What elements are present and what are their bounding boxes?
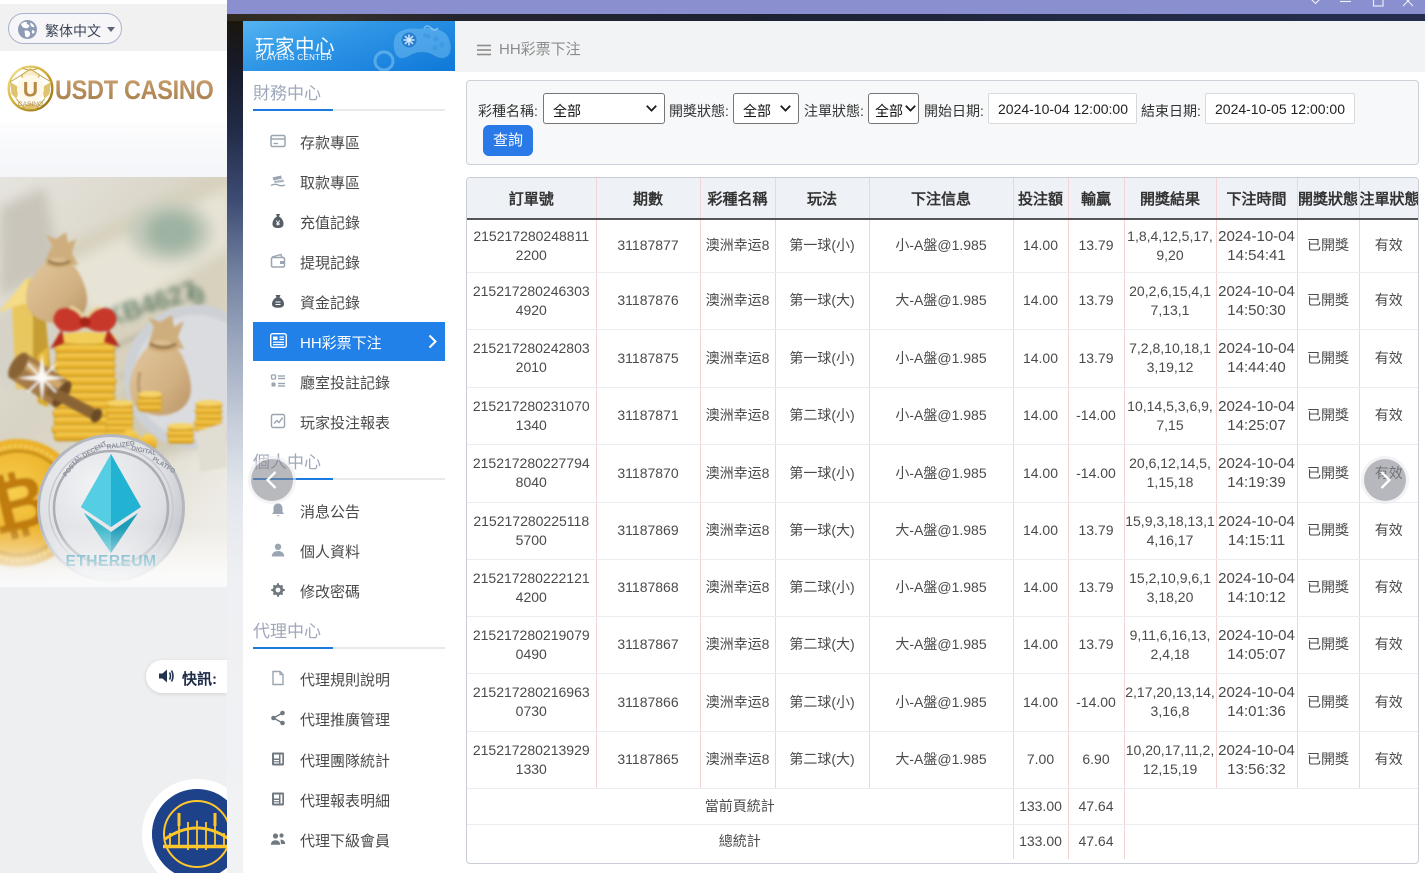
svg-text:CASINO: CASINO [18,101,43,108]
svg-text:USDT CASINO: USDT CASINO [55,75,214,105]
svg-text:U: U [23,79,38,102]
